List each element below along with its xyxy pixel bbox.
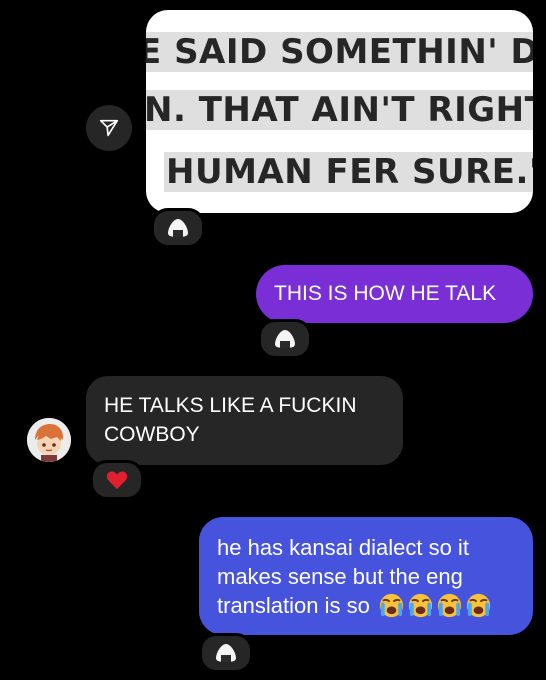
send-arrow-icon — [99, 119, 119, 137]
image-text-line-2: N. THAT AIN'T RIGHT- — [146, 90, 533, 130]
reaction-badge[interactable] — [199, 633, 253, 673]
onigiri-icon — [275, 330, 295, 348]
avatar[interactable] — [27, 418, 71, 462]
loudly-crying-face-icon — [379, 593, 404, 617]
onigiri-icon — [168, 219, 188, 237]
sent-message-bubble[interactable]: THIS IS HOW HE TALK — [256, 265, 533, 323]
onigiri-icon — [216, 644, 236, 662]
avatar-character-icon — [27, 418, 71, 462]
message-text: THIS IS HOW HE TALK — [274, 282, 497, 305]
reaction-badge[interactable] — [151, 208, 205, 248]
image-text-line-1: E SAID SOMETHIN' DO — [146, 32, 533, 72]
loudly-crying-face-icon — [437, 593, 462, 617]
message-text: HE TALKS LIKE A FUCKIN COWBOY — [104, 394, 357, 446]
received-message-bubble[interactable]: HE TALKS LIKE A FUCKIN COWBOY — [86, 376, 403, 465]
sent-message-bubble[interactable]: he has kansai dialect so it makes sense … — [199, 517, 533, 635]
loudly-crying-face-icon — [466, 593, 491, 617]
red-heart-icon — [106, 471, 128, 490]
loudly-crying-face-icon — [408, 593, 433, 617]
reaction-badge[interactable] — [90, 460, 144, 500]
image-text-line-3: HUMAN FER SURE." — [164, 152, 533, 192]
shared-image-message[interactable]: E SAID SOMETHIN' DO N. THAT AIN'T RIGHT-… — [146, 10, 533, 213]
share-button[interactable] — [86, 105, 132, 151]
reaction-badge[interactable] — [258, 319, 312, 359]
